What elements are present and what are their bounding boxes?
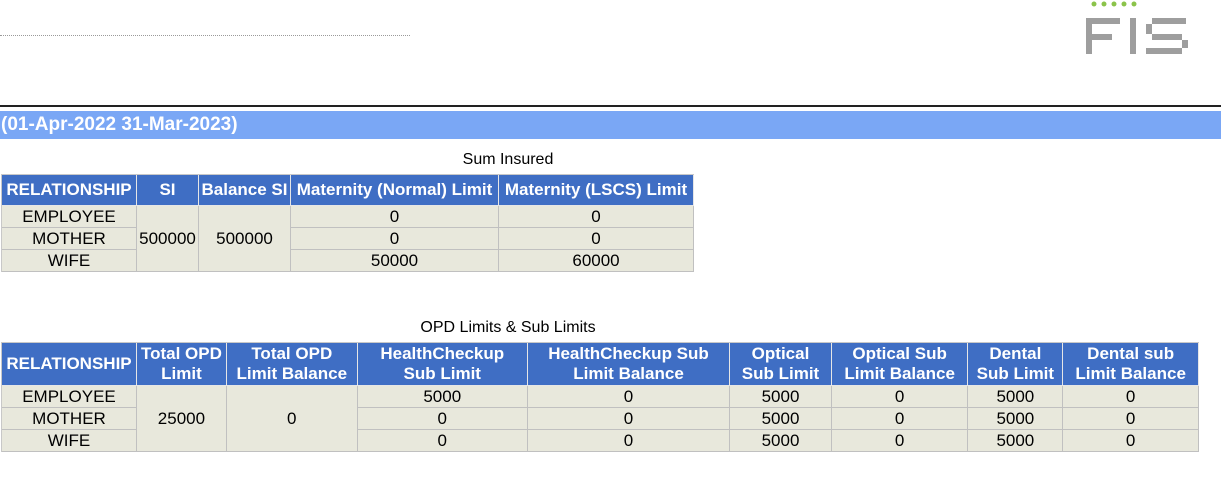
relationship-cell: MOTHER [2, 408, 137, 430]
dental-sub-limit-cell: 5000 [968, 408, 1064, 430]
healthcheckup-balance-cell: 0 [527, 386, 731, 408]
relationship-cell: WIFE [2, 430, 137, 452]
opd-limits-table: RELATIONSHIP Total OPD Limit Total OPD Lim… [1, 342, 1199, 452]
col-relationship: RELATIONSHIP [2, 343, 137, 386]
optical-sub-limit-cell: 5000 [730, 430, 832, 452]
fis-logo [1080, 0, 1221, 58]
total-opd-limit-balance-cell: 0 [226, 386, 358, 452]
col-healthcheckup-sub-limit: HealthCheckup Sub Limit [357, 343, 528, 386]
relationship-cell: MOTHER [2, 228, 137, 250]
dental-sub-limit-cell: 5000 [968, 386, 1064, 408]
col-dental-sub-limit: Dental Sub Limit [968, 343, 1064, 386]
col-total-opd-limit-balance: Total OPD Limit Balance [226, 343, 358, 386]
opd-header-row: RELATIONSHIP Total OPD Limit Total OPD Lim… [2, 343, 1199, 386]
maternity-lscs-cell: 0 [499, 228, 694, 250]
relationship-cell: EMPLOYEE [2, 206, 137, 228]
col-balance-si: Balance SI [199, 175, 291, 206]
sum-insured-caption: Sum Insured [462, 151, 554, 168]
policy-period: (01-Apr-2022 31-Mar-2023) [1, 114, 238, 135]
healthcheckup-sub-limit-cell: 0 [357, 408, 528, 430]
table-row: WIFE 50000 60000 [2, 250, 694, 272]
col-optical-sub-limit: Optical Sub Limit [730, 343, 832, 386]
relationship-cell: EMPLOYEE [2, 386, 137, 408]
table-row: EMPLOYEE 25000 0 5000 0 5000 0 5000 0 [2, 386, 1199, 452]
sum-insured-header-row: RELATIONSHIP SI Balance SI Maternity (No… [2, 175, 694, 206]
table-row: EMPLOYEE 500000 500000 0 0 [2, 206, 694, 272]
maternity-lscs-cell: 60000 [499, 250, 694, 272]
maternity-normal-cell: 0 [291, 228, 499, 250]
si-cell: 500000 [137, 206, 199, 272]
col-maternity-lscs-limit: Maternity (LSCS) Limit [499, 175, 694, 206]
col-optical-sub-limit-balance: Optical Sub Limit Balance [831, 343, 969, 386]
sum-insured-table: RELATIONSHIP SI Balance SI Maternity (No… [1, 174, 694, 272]
healthcheckup-balance-cell: 0 [527, 430, 731, 452]
fis-logo-mark [1086, 1, 1188, 54]
healthcheckup-sub-limit-cell: 0 [357, 430, 528, 452]
col-relationship: RELATIONSHIP [2, 175, 137, 206]
dental-balance-cell: 0 [1063, 386, 1199, 408]
relationship-cell: WIFE [2, 250, 137, 272]
healthcheckup-balance-cell: 0 [527, 408, 731, 430]
col-maternity-normal-limit: Maternity (Normal) Limit [291, 175, 499, 206]
table-row: MOTHER 0 0 [2, 228, 694, 250]
maternity-lscs-cell: 0 [499, 206, 694, 228]
col-si: SI [137, 175, 199, 206]
dental-balance-cell: 0 [1063, 430, 1199, 452]
total-opd-limit-cell: 25000 [136, 386, 227, 452]
maternity-normal-cell: 50000 [291, 250, 499, 272]
dotted-rule [0, 35, 410, 36]
optical-balance-cell: 0 [831, 430, 969, 452]
maternity-normal-cell: 0 [291, 206, 499, 228]
col-healthcheckup-sub-limit-balance: HealthCheckup Sub Limit Balance [527, 343, 731, 386]
optical-sub-limit-cell: 5000 [730, 386, 832, 408]
header-rule [0, 105, 1221, 107]
balance-si-cell: 500000 [199, 206, 291, 272]
optical-balance-cell: 0 [831, 386, 969, 408]
dental-sub-limit-cell: 5000 [968, 430, 1064, 452]
col-total-opd-limit: Total OPD Limit [136, 343, 227, 386]
dental-balance-cell: 0 [1063, 408, 1199, 430]
col-dental-sub-limit-balance: Dental sub Limit Balance [1063, 343, 1199, 386]
policy-period-bar: (01-Apr-2022 31-Mar-2023) [0, 111, 1221, 139]
opd-caption: OPD Limits & Sub Limits [420, 319, 596, 336]
optical-balance-cell: 0 [831, 408, 969, 430]
healthcheckup-sub-limit-cell: 5000 [357, 386, 528, 408]
optical-sub-limit-cell: 5000 [730, 408, 832, 430]
